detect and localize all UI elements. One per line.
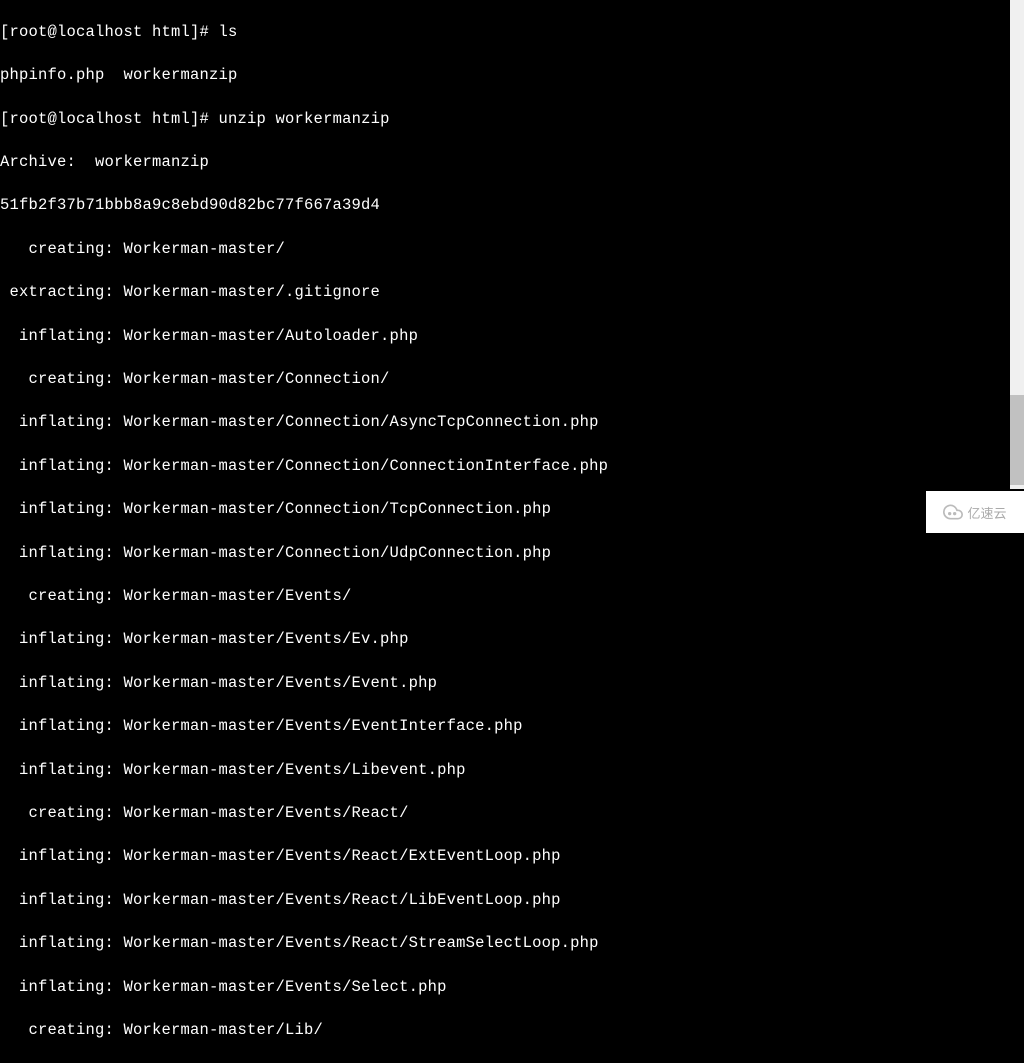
- unzip-output-line: inflating: Workerman-master/Connection/T…: [0, 499, 1024, 521]
- archive-header: Archive: workermanzip: [0, 152, 1024, 174]
- unzip-output-line: creating: Workerman-master/Lib/: [0, 1020, 1024, 1042]
- command-text: unzip workermanzip: [219, 110, 390, 128]
- unzip-output-line: inflating: Workerman-master/Events/Event…: [0, 673, 1024, 695]
- terminal-line: [root@localhost html]# unzip workermanzi…: [0, 109, 1024, 131]
- unzip-output-line: inflating: Workerman-master/Connection/A…: [0, 412, 1024, 434]
- unzip-output-line: inflating: Workerman-master/Events/Ev.ph…: [0, 629, 1024, 651]
- unzip-output-line: inflating: Workerman-master/Events/Event…: [0, 716, 1024, 738]
- terminal-output[interactable]: [root@localhost html]# ls phpinfo.php wo…: [0, 0, 1024, 1063]
- unzip-output-line: inflating: Workerman-master/Connection/U…: [0, 543, 1024, 565]
- unzip-output-line: inflating: Workerman-master/Events/Selec…: [0, 977, 1024, 999]
- unzip-output-line: inflating: Workerman-master/Autoloader.p…: [0, 326, 1024, 348]
- unzip-output-line: creating: Workerman-master/Events/React/: [0, 803, 1024, 825]
- unzip-output-line: creating: Workerman-master/Connection/: [0, 369, 1024, 391]
- scrollbar-thumb[interactable]: [1010, 395, 1024, 485]
- unzip-output-line: creating: Workerman-master/: [0, 239, 1024, 261]
- unzip-output-line: inflating: Workerman-master/Events/Libev…: [0, 760, 1024, 782]
- terminal-line: [root@localhost html]# ls: [0, 22, 1024, 44]
- shell-prompt: [root@localhost html]#: [0, 23, 219, 41]
- shell-prompt: [root@localhost html]#: [0, 110, 219, 128]
- hash-value: 51fb2f37b71bbb8a9c8ebd90d82bc77f667a39d4: [0, 195, 1024, 217]
- ls-output: phpinfo.php workermanzip: [0, 65, 1024, 87]
- watermark-text: 亿速云: [967, 503, 1006, 522]
- unzip-output-line: inflating: Workerman-master/Events/React…: [0, 846, 1024, 868]
- scrollbar-track[interactable]: [1010, 0, 1024, 489]
- unzip-output-line: creating: Workerman-master/Events/: [0, 586, 1024, 608]
- command-text: ls: [219, 23, 238, 41]
- cloud-icon: [943, 502, 963, 522]
- unzip-output-line: extracting: Workerman-master/.gitignore: [0, 282, 1024, 304]
- unzip-output-line: inflating: Workerman-master/Connection/C…: [0, 456, 1024, 478]
- unzip-output-line: inflating: Workerman-master/Events/React…: [0, 933, 1024, 955]
- watermark-badge: 亿速云: [926, 491, 1024, 533]
- unzip-output-line: inflating: Workerman-master/Events/React…: [0, 890, 1024, 912]
